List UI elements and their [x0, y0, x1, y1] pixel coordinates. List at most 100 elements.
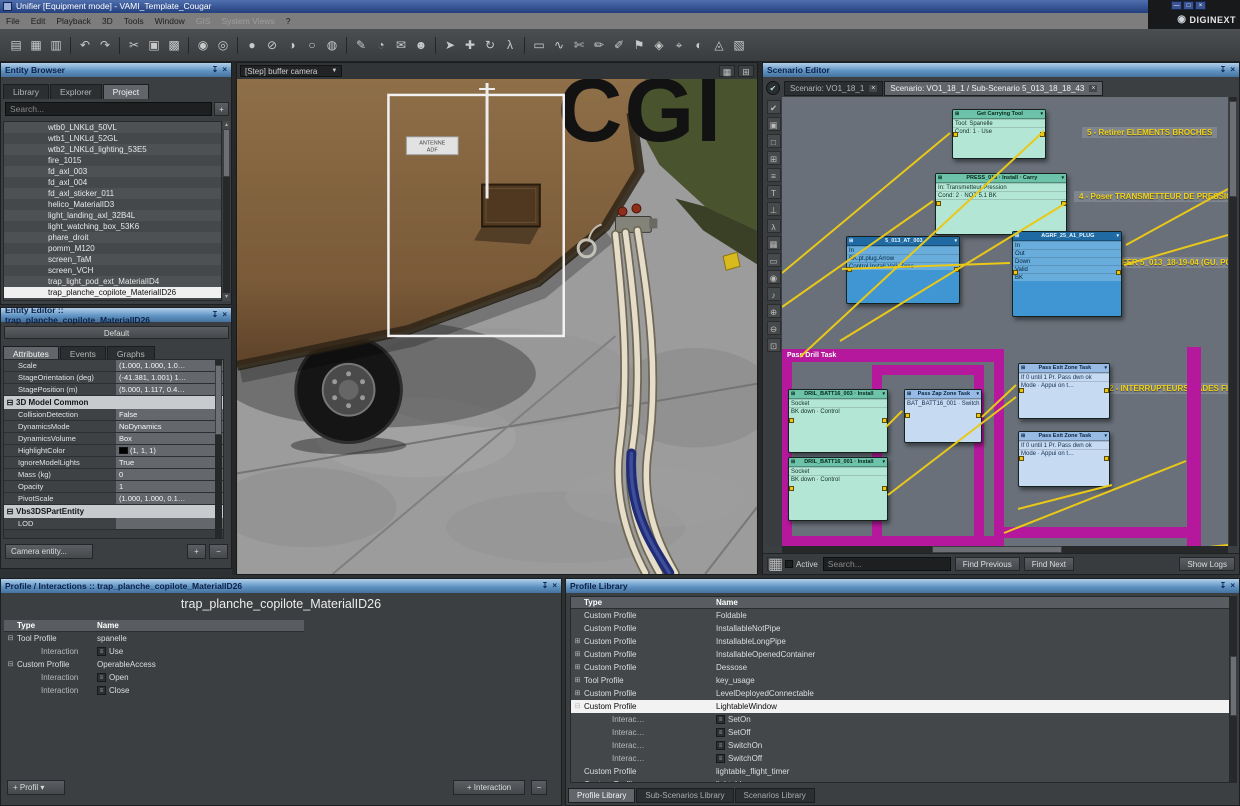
property-value[interactable]: (1, 1, 1): [116, 445, 223, 456]
search-input[interactable]: [5, 102, 212, 116]
property-row[interactable]: StageOrientation (deg)(-41.381, 1.001) 1…: [4, 372, 223, 384]
node-menu-icon[interactable]: ▾: [882, 390, 885, 398]
property-section-header[interactable]: ⊟Vbs3DSPartEntity: [4, 505, 223, 518]
tree-item[interactable]: wtb1_LNKLd_52GL: [4, 133, 221, 144]
camera-node-icon[interactable]: ◉: [767, 270, 781, 284]
remove-button[interactable]: −: [209, 544, 228, 559]
scenario-node[interactable]: ⊞DRIL_BATT16_001 · Install▾SocketBK down…: [788, 457, 888, 521]
property-row[interactable]: HighlightColor(1, 1, 1): [4, 445, 223, 457]
scroll-down-icon[interactable]: ▾: [223, 293, 230, 301]
tree-item[interactable]: light_watching_box_53K6: [4, 221, 221, 232]
output-port[interactable]: [1104, 456, 1109, 461]
media-node-icon[interactable]: ▦: [767, 236, 781, 250]
menu-edit[interactable]: Edit: [31, 16, 46, 26]
tree-item[interactable]: fire_1015: [4, 155, 221, 166]
table-row[interactable]: ⊞Custom ProfileInstallableOpenedContaine…: [571, 648, 1229, 661]
camera-selector-dropdown[interactable]: [Step] buffer camera ▼: [240, 65, 342, 77]
tree-item[interactable]: light_landing_axl_32B4L: [4, 210, 221, 221]
property-row[interactable]: Scale(1.000, 1.000, 1.0…: [4, 360, 223, 372]
sound-node-icon[interactable]: ♪: [767, 287, 781, 301]
camera-entity-button[interactable]: Camera entity...: [5, 544, 93, 559]
property-value[interactable]: (5.000, 1.117, 0.4…: [116, 384, 223, 395]
tree-item[interactable]: fd_axl_004: [4, 177, 221, 188]
node-menu-icon[interactable]: ▾: [1104, 364, 1107, 372]
task-node-icon[interactable]: ▣: [767, 117, 781, 131]
record-icon[interactable]: ●: [242, 35, 262, 55]
table-row[interactable]: Interaction≡Use: [4, 645, 304, 658]
tree-scroll-thumb[interactable]: [223, 129, 230, 177]
close-icon[interactable]: ×: [222, 63, 227, 77]
tree-item[interactable]: trap_planche_copilote_MaterialID26: [4, 287, 221, 298]
zoom-in-icon[interactable]: ⊕: [767, 304, 781, 318]
property-value[interactable]: True: [116, 457, 223, 468]
table-row[interactable]: Custom Profilelightable_flight_timer: [571, 765, 1229, 778]
list-node-icon[interactable]: ≡: [767, 168, 781, 182]
pin-icon[interactable]: ↧: [1220, 579, 1227, 593]
output-port[interactable]: [954, 267, 959, 272]
zoom-icon[interactable]: ◬: [709, 35, 729, 55]
property-row[interactable]: Opacity1: [4, 481, 223, 493]
table-row[interactable]: Custom ProfileFoldable: [571, 609, 1229, 622]
collapse-icon[interactable]: ⊟: [4, 505, 16, 518]
default-button[interactable]: Default: [4, 326, 229, 339]
detach-icon[interactable]: ✄: [569, 35, 589, 55]
tree-item[interactable]: wtb0_LNKLd_50VL: [4, 122, 221, 133]
input-port[interactable]: [789, 486, 794, 491]
menu-gis[interactable]: GIS: [196, 16, 211, 26]
scenario-tab[interactable]: Scenario: VO1_18_1 / Sub-Scenario 5_013_…: [884, 81, 1103, 96]
table-row[interactable]: Interaction≡Close: [4, 684, 304, 697]
bottom-tab-sub-scenarios-library[interactable]: Sub-Scenarios Library: [636, 788, 733, 803]
property-row[interactable]: Mass (kg)0: [4, 469, 223, 481]
input-port[interactable]: [1019, 388, 1024, 393]
show-logs-button[interactable]: Show Logs: [1179, 557, 1235, 571]
output-port[interactable]: [882, 486, 887, 491]
menu-item[interactable]: ?: [286, 16, 291, 26]
property-row[interactable]: DynamicsModeNoDynamics: [4, 421, 223, 433]
search-scene-icon[interactable]: ◈: [649, 35, 669, 55]
move-icon[interactable]: ✚: [460, 35, 480, 55]
property-row[interactable]: CollisionDetectionFalse: [4, 409, 223, 421]
table-row[interactable]: ⊟Tool Profilespanelle: [4, 632, 304, 645]
cut-icon[interactable]: ✂: [124, 35, 144, 55]
tab-library[interactable]: Library: [3, 84, 49, 99]
save-icon[interactable]: ▥: [46, 35, 66, 55]
table-row[interactable]: Interac…≡SetOn: [571, 713, 1229, 726]
redo-icon[interactable]: ↷: [95, 35, 115, 55]
validate-node-icon[interactable]: ✔: [767, 100, 781, 114]
property-value[interactable]: (1.000, 1.000, 1.0…: [116, 360, 223, 371]
maximize-viewport-icon[interactable]: ⊞: [738, 65, 754, 77]
pin-icon[interactable]: ↧: [212, 308, 219, 322]
scenario-node[interactable]: ⊞DRIL_BATT16_003 · Install▾SocketBK down…: [788, 389, 888, 453]
table-row[interactable]: Interac…≡SetOff: [571, 726, 1229, 739]
find-next-button[interactable]: Find Next: [1024, 557, 1074, 571]
close-button[interactable]: ×: [1195, 1, 1206, 10]
menu-system-views[interactable]: System Views: [221, 16, 274, 26]
scenario-node[interactable]: ⊞5_013_AT_003▾InBK.pt.plug.ArrowControl.…: [846, 236, 960, 304]
table-row[interactable]: ⊟Custom ProfileLightableWindow: [571, 700, 1229, 713]
close-icon[interactable]: ×: [552, 579, 557, 593]
property-row[interactable]: DynamicsVolumeBox: [4, 433, 223, 445]
tree-item[interactable]: pomm_M120: [4, 243, 221, 254]
input-port[interactable]: [936, 201, 941, 206]
actor-node-icon[interactable]: λ: [767, 219, 781, 233]
close-icon[interactable]: ×: [222, 308, 227, 322]
frame-node-icon[interactable]: ▭: [767, 253, 781, 267]
undo-icon[interactable]: ↶: [75, 35, 95, 55]
input-port[interactable]: [1013, 270, 1018, 275]
select-icon[interactable]: ➤: [440, 35, 460, 55]
menu-playback[interactable]: Playback: [56, 16, 91, 26]
output-port[interactable]: [1061, 201, 1066, 206]
tree-item[interactable]: screen_TaM: [4, 254, 221, 265]
bottom-tab-scenarios-library[interactable]: Scenarios Library: [735, 788, 815, 803]
pin-icon[interactable]: ↧: [1220, 63, 1227, 77]
stop-icon[interactable]: ○: [302, 35, 322, 55]
link-icon[interactable]: ∿: [549, 35, 569, 55]
open-file-icon[interactable]: ▦: [26, 35, 46, 55]
tree-item[interactable]: helico_MaterialID3: [4, 199, 221, 210]
maximize-button[interactable]: □: [1183, 1, 1194, 10]
tree-item[interactable]: wtb2_LNKLd_lighting_53E5: [4, 144, 221, 155]
table-row[interactable]: ⊞Custom ProfileLevelDeployedConnectable: [571, 687, 1229, 700]
expander-icon[interactable]: ⊞: [571, 661, 584, 674]
pin-icon[interactable]: ↧: [542, 579, 549, 593]
collapse-icon[interactable]: ⊟: [4, 396, 16, 409]
